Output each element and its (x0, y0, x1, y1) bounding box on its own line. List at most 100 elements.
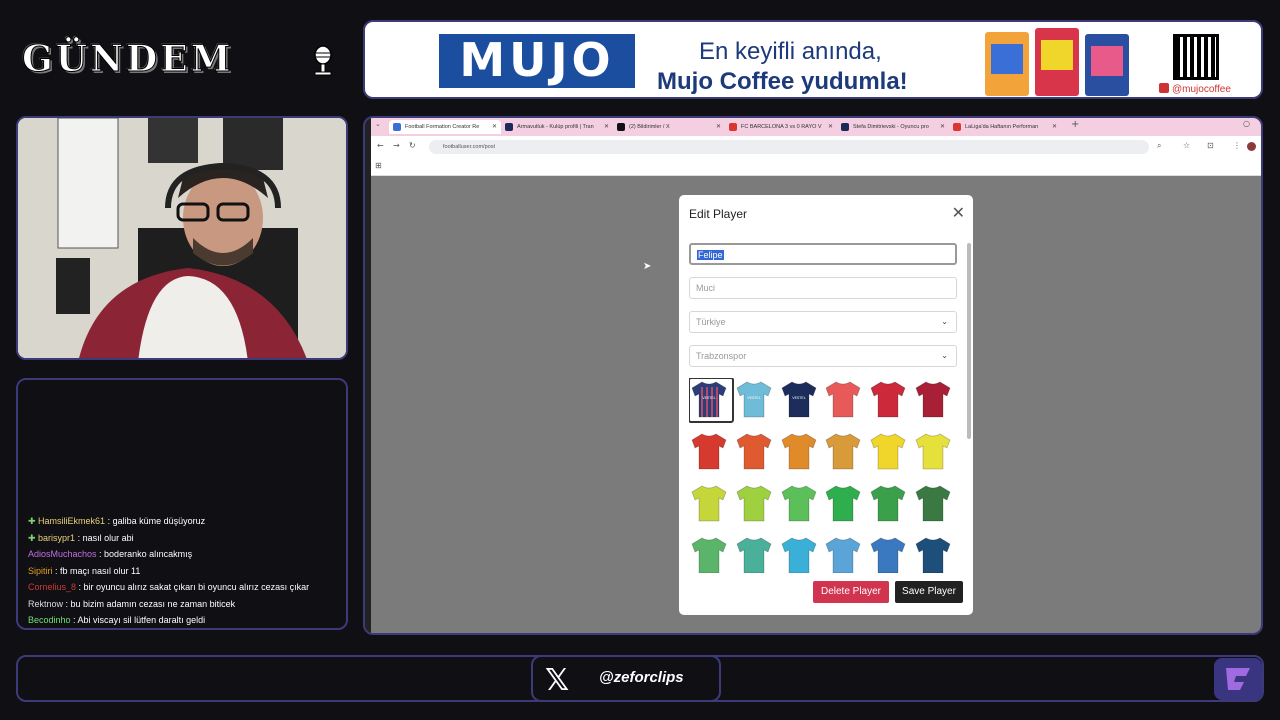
jersey-option[interactable] (914, 535, 954, 573)
jersey-sponsor-text: VESTEL (702, 396, 715, 400)
window-close-icon[interactable]: ○ (1243, 119, 1250, 128)
forward-icon[interactable]: → (393, 141, 400, 150)
apps-grid-icon[interactable]: ⊞ (375, 161, 382, 170)
jersey-option[interactable] (914, 483, 954, 527)
jersey-option[interactable] (824, 379, 864, 423)
chat-username[interactable]: barisypr1 (38, 533, 75, 543)
jersey-icon: VESTEL (736, 381, 772, 418)
chevron-down-icon: ⌄ (941, 351, 948, 360)
chat-username[interactable]: HamsiliEkmek61 (38, 516, 105, 526)
ad-subheadline: Mujo Coffee yudumla! (657, 68, 908, 95)
country-select[interactable]: Türkiye ⌄ (689, 311, 957, 333)
jersey-option[interactable] (869, 431, 909, 475)
jersey-option[interactable] (780, 483, 820, 527)
subscriber-badge-icon: ✚ (28, 532, 39, 543)
chat-text: : bir oyuncu alırız sakat çıkarı bi oyun… (76, 582, 310, 592)
jersey-option[interactable]: VESTEL (735, 379, 775, 423)
close-icon[interactable]: ✕ (952, 203, 965, 222)
browser-tab[interactable]: (2) Bildirimler / X ✕ (613, 120, 725, 134)
jersey-option[interactable] (690, 483, 730, 527)
mouse-cursor-icon: ➤ (643, 261, 652, 272)
ad-banner: MUJO En keyifli anında, Mujo Coffee yudu… (363, 20, 1263, 99)
chat-username[interactable]: Rektnow (28, 599, 63, 609)
chat-username[interactable]: Cornelius_8 (28, 582, 76, 592)
jersey-icon (870, 537, 906, 573)
jersey-icon (870, 485, 906, 522)
tab-title: (2) Bildirimler / X (629, 124, 670, 130)
tab-close-icon[interactable]: ✕ (604, 120, 609, 134)
bookmark-star-icon[interactable]: ☆ (1183, 141, 1190, 150)
jersey-option[interactable] (780, 431, 820, 475)
jersey-option[interactable] (869, 535, 909, 573)
tab-title: FC BARCELONA 3 vs 0 RAYO V (741, 124, 822, 130)
address-bar: ← → ↻ footballuser.com/post ⌕ ☆ ⊡ ⋮ (371, 136, 1261, 158)
chat-username[interactable]: AdiosMuchachos (28, 549, 97, 559)
jersey-option[interactable] (914, 431, 954, 475)
qr-code-image (1173, 34, 1219, 80)
jersey-icon (825, 485, 861, 522)
jersey-option[interactable] (869, 483, 909, 527)
profile-avatar[interactable] (1247, 142, 1256, 151)
translate-icon[interactable]: ⌕ (1157, 141, 1161, 151)
tab-close-icon[interactable]: ✕ (828, 120, 833, 134)
chat-text: : galiba küme düşüyoruz (105, 516, 206, 526)
chat-text: : nasıl olur abi (75, 532, 134, 543)
tab-close-icon[interactable]: ✕ (940, 120, 945, 134)
corner-logo (1214, 658, 1262, 700)
jersey-icon (691, 485, 727, 522)
chat-message: ✚ HamsiliEkmek61 : galiba küme düşüyoruz (28, 516, 205, 527)
jersey-option[interactable]: VESTEL (689, 378, 734, 423)
tab-favicon-icon (953, 123, 961, 131)
jersey-option[interactable] (869, 379, 909, 423)
jersey-option[interactable] (735, 483, 775, 527)
reload-icon[interactable]: ↻ (409, 141, 416, 150)
url-field[interactable]: footballuser.com/post (429, 140, 1149, 154)
microphone-icon (314, 45, 332, 76)
back-icon[interactable]: ← (377, 141, 384, 150)
chat-username[interactable]: Becodinho (28, 615, 71, 625)
jersey-icon (915, 433, 951, 470)
tab-close-icon[interactable]: ✕ (1052, 120, 1057, 134)
delete-player-button[interactable]: Delete Player (813, 581, 889, 603)
social-handle: @zeforclips (599, 669, 684, 686)
jersey-icon (915, 537, 951, 573)
menu-icon[interactable]: ⋮ (1233, 141, 1241, 150)
jersey-option[interactable] (780, 535, 820, 573)
browser-tab[interactable]: Armavutluk - Kulüp profili | Tran ✕ (501, 120, 613, 134)
jersey-icon (781, 433, 817, 470)
jersey-option[interactable] (690, 535, 730, 573)
jersey-option[interactable] (735, 535, 775, 573)
ad-brand-logo: MUJO (439, 34, 635, 88)
tab-close-icon[interactable]: ✕ (492, 120, 497, 134)
ad-headline: En keyifli anında, (699, 38, 882, 65)
jersey-option[interactable] (690, 431, 730, 475)
jersey-icon: VESTEL (781, 381, 817, 418)
last-name-input[interactable]: Muci (689, 277, 957, 299)
save-player-button[interactable]: Save Player (895, 581, 963, 603)
extensions-icon[interactable]: ⊡ (1207, 141, 1214, 150)
jersey-option[interactable]: VESTEL (780, 379, 820, 423)
edit-player-modal: Edit Player ✕ Felipe Muci Türkiye ⌄ Trabz… (679, 195, 973, 615)
jersey-option[interactable] (824, 483, 864, 527)
tab-close-icon[interactable]: ✕ (716, 120, 721, 134)
channel-logo: GÜNDEM (22, 38, 234, 81)
jersey-option[interactable] (914, 379, 954, 423)
club-select[interactable]: Trabzonspor ⌄ (689, 345, 957, 367)
jersey-icon (736, 485, 772, 522)
new-tab-button[interactable]: + (1071, 119, 1079, 130)
chat-message: Rektnow : bu bizim adamın cezası ne zama… (28, 599, 235, 609)
browser-tab[interactable]: Football Formation Creator Re ✕ (389, 120, 501, 134)
jersey-option[interactable] (824, 535, 864, 573)
chat-message: AdiosMuchachos : boderanko alıncakmış (28, 549, 192, 559)
tab-search-icon[interactable]: ⌄ (375, 120, 381, 128)
jersey-option[interactable] (735, 431, 775, 475)
modal-scrollbar[interactable] (967, 243, 971, 439)
jersey-option[interactable] (824, 431, 864, 475)
chat-username[interactable]: Sipitiri (28, 566, 53, 576)
first-name-input[interactable]: Felipe (689, 243, 957, 265)
chevron-down-icon: ⌄ (941, 317, 948, 326)
jersey-icon (870, 381, 906, 418)
browser-tab[interactable]: FC BARCELONA 3 vs 0 RAYO V ✕ (725, 120, 837, 134)
browser-tab[interactable]: Stefa Dimitrievski - Oyuncu pro ✕ (837, 120, 949, 134)
browser-tab[interactable]: LaLiga'da Haftanın Performan ✕ (949, 120, 1061, 134)
